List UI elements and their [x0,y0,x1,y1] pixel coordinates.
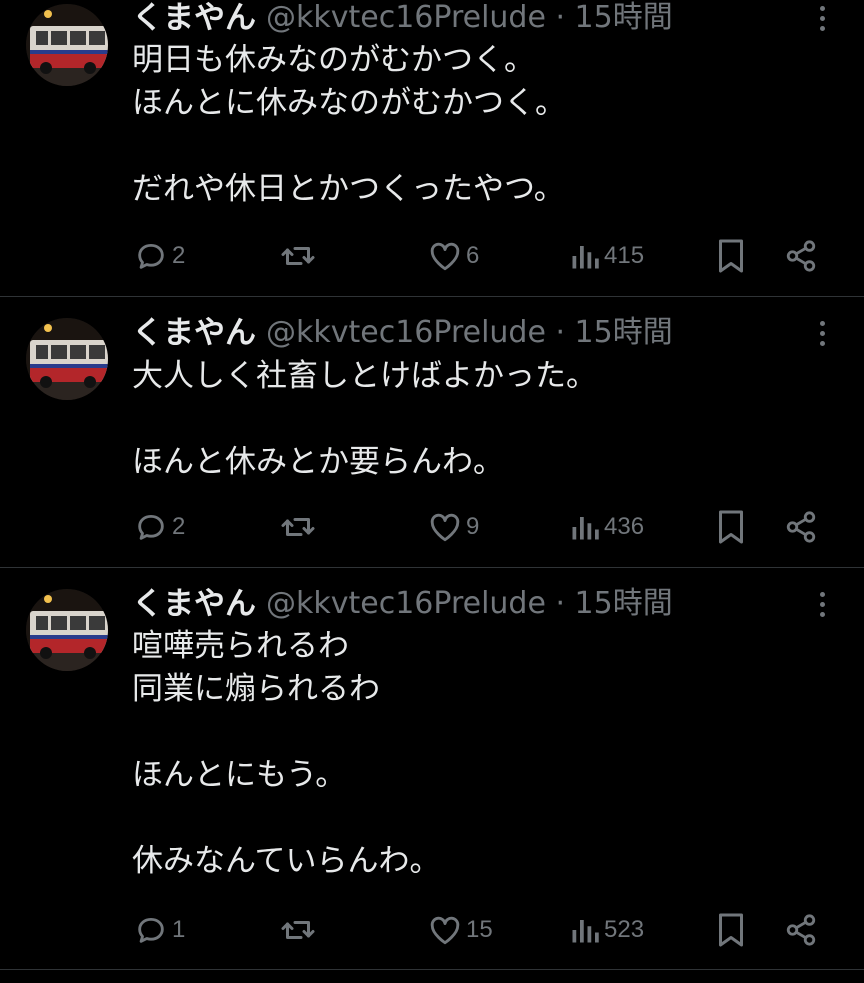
share-icon [786,240,816,272]
display-name[interactable]: くまやん [132,0,256,36]
tweet-text: 明日も休みなのがむかつく。 ほんとに休みなのがむかつく。 だれや休日とかつくった… [132,42,566,207]
retweet-icon [281,518,315,536]
heart-icon [430,916,460,945]
views-icon [572,517,599,540]
bookmark-button[interactable] [716,910,746,950]
reply-button[interactable]: 2 [134,507,185,547]
bus-photo [26,4,108,86]
view-count: 415 [604,242,645,269]
heart-icon [430,513,460,542]
tweet-actions: 2 9 436 [132,507,832,547]
reply-count: 2 [172,242,186,269]
more-icon[interactable] [808,586,836,622]
tweet[interactable]: くまやん @kkvtec16Prelude · 15時間 明日も休みなのがむかつ… [0,0,864,297]
share-icon [786,914,816,946]
avatar[interactable] [26,318,108,400]
bus-photo [26,318,108,400]
reply-icon [138,514,164,540]
retweet-icon [281,921,315,939]
bookmark-icon [719,913,743,947]
share-button[interactable] [784,910,818,950]
tweet-text: 大人しく社畜しとけばよかった。 ほんと休みとか要らんわ。 [132,358,597,480]
more-icon[interactable] [808,0,836,36]
reply-count: 2 [172,513,186,540]
handle-and-time[interactable]: @kkvtec16Prelude · 15時間 [266,0,673,36]
view-count: 436 [604,513,645,540]
avatar[interactable] [26,589,108,671]
handle-and-time[interactable]: @kkvtec16Prelude · 15時間 [266,315,673,351]
heart-icon [430,242,460,271]
tweet-actions: 2 6 415 [132,236,832,276]
share-button[interactable] [784,507,818,547]
avatar[interactable] [26,4,108,86]
bookmark-icon [719,510,743,544]
share-icon [786,511,816,543]
display-name[interactable]: くまやん [132,315,256,351]
handle-and-time[interactable]: @kkvtec16Prelude · 15時間 [266,586,673,622]
retweet-button[interactable] [278,507,318,547]
views-icon [572,920,599,943]
reply-button[interactable]: 2 [134,236,185,276]
views-button[interactable]: 523 [570,910,644,950]
reply-icon [138,243,164,269]
bookmark-button[interactable] [716,236,746,276]
tweet[interactable]: くまやん @kkvtec16Prelude · 15時間 喧嘩売られるわ 同業に… [0,568,864,970]
view-count: 523 [604,916,645,943]
retweet-button[interactable] [278,910,318,950]
share-button[interactable] [784,236,818,276]
tweet-text: 喧嘩売られるわ 同業に煽られるわ ほんとにもう。 休みなんていらんわ。 [132,628,441,879]
bus-photo [26,589,108,671]
like-button[interactable]: 6 [428,236,479,276]
views-button[interactable]: 415 [570,236,644,276]
like-count: 6 [466,242,480,269]
bookmark-button[interactable] [716,507,746,547]
retweet-button[interactable] [278,236,318,276]
like-button[interactable]: 15 [428,910,493,950]
tweet-actions: 1 15 523 [132,910,832,950]
tweet[interactable]: くまやん @kkvtec16Prelude · 15時間 大人しく社畜しとけばよ… [0,297,864,568]
bookmark-icon [719,239,743,273]
more-icon[interactable] [808,315,836,351]
like-count: 9 [466,513,480,540]
like-count: 15 [466,916,493,943]
reply-icon [138,917,164,943]
reply-count: 1 [172,916,186,943]
views-icon [572,246,599,269]
views-button[interactable]: 436 [570,507,644,547]
display-name[interactable]: くまやん [132,586,256,622]
retweet-icon [281,247,315,265]
reply-button[interactable]: 1 [134,910,185,950]
like-button[interactable]: 9 [428,507,479,547]
